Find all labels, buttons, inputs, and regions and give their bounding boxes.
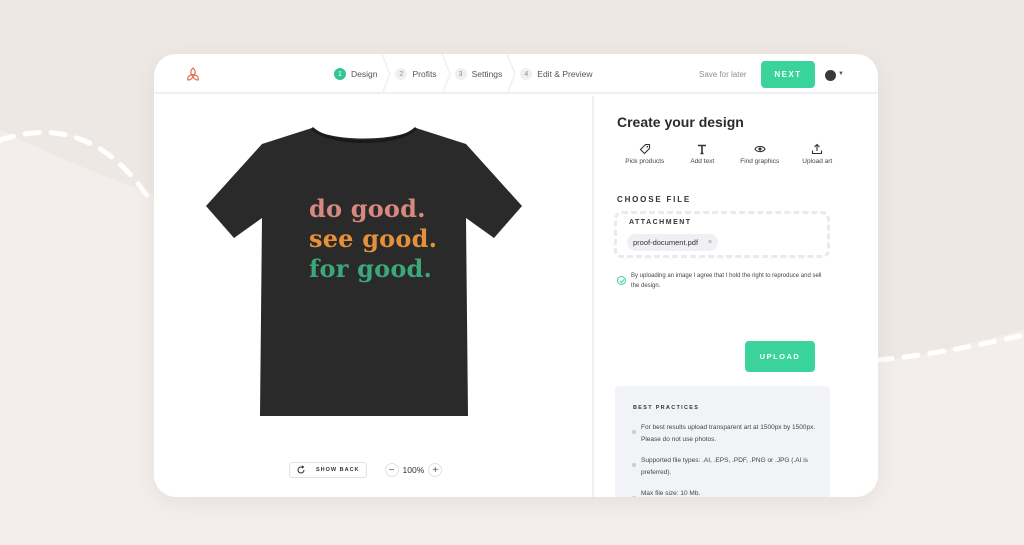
choose-file-heading: CHOOSE FILE (617, 195, 692, 204)
list-item: Supported file types: .AI, .EPS, .PDF, .… (632, 455, 822, 479)
bullet-icon (632, 430, 636, 434)
step-number: 1 (334, 68, 346, 80)
canvas-controls: SHOW BACK − 100% + (289, 462, 443, 478)
upload-art-tool[interactable]: Upload art (789, 143, 847, 165)
file-name: proof-document.pdf (633, 238, 699, 247)
chevron-right-icon (506, 54, 517, 94)
step-number: 3 (454, 68, 467, 80)
step-label: Profits (412, 69, 437, 79)
agree-text: By uploading an image I agree that I hol… (631, 273, 822, 289)
bullet-icon (632, 496, 636, 497)
step-label: Design (351, 69, 378, 79)
step-settings[interactable]: 3 Settings (454, 54, 517, 94)
design-editor-window: 1 Design 2 Profits 3 Settings 4 Edit & P… (154, 54, 878, 497)
step-design[interactable]: 1 Design (334, 54, 392, 94)
step-edit-preview[interactable]: 4 Edit & Preview (520, 54, 606, 94)
show-back-label: SHOW BACK (316, 467, 360, 473)
slogan-line: do good. (309, 194, 426, 223)
design-panel: Create your design Pick products Add tex… (594, 96, 878, 497)
pick-products-tool[interactable]: Pick products (616, 143, 674, 165)
progress-steps: 1 Design 2 Profits 3 Settings 4 Edit & P… (334, 54, 611, 94)
list-item: Max file size: 10 Mb. (632, 488, 822, 497)
bullet-icon (632, 463, 636, 467)
panel-title: Create your design (617, 114, 744, 130)
show-back-button[interactable]: SHOW BACK (289, 462, 367, 478)
file-chip: proof-document.pdf × (627, 234, 719, 251)
tag-icon (639, 143, 650, 155)
save-for-later-link[interactable]: Save for later (699, 70, 747, 79)
list-item-text: Supported file types: .AI, .EPS, .PDF, .… (641, 457, 808, 476)
shirt-slogan: do good. see good. for good. (309, 194, 437, 284)
file-drop-zone[interactable]: ATTACHMENT proof-document.pdf × (614, 211, 830, 258)
slogan-line: for good. (309, 254, 433, 283)
tool-label: Find graphics (740, 158, 780, 165)
design-canvas: do good. see good. for good. SHOW BACK −… (154, 96, 592, 497)
check-icon (618, 278, 625, 283)
step-label: Edit & Preview (537, 69, 593, 79)
best-practices-box: BEST PRACTICES For best results upload t… (615, 386, 830, 497)
list-item-text: Max file size: 10 Mb. (641, 490, 701, 497)
agree-checkbox[interactable] (617, 276, 626, 285)
upload-button[interactable]: UPLOAD (745, 341, 815, 372)
next-button[interactable]: NEXT (761, 61, 815, 88)
design-tools: Pick products Add text Find graphics Upl… (616, 143, 846, 165)
best-practices-list: For best results upload transparent art … (632, 422, 822, 497)
find-graphics-tool[interactable]: Find graphics (731, 143, 789, 165)
chevron-right-icon (381, 54, 392, 94)
upload-icon (812, 143, 823, 155)
tool-label: Pick products (625, 158, 665, 165)
step-number: 2 (395, 68, 408, 80)
avatar[interactable] (825, 70, 836, 81)
chevron-right-icon (440, 54, 451, 94)
rights-agreement: By uploading an image I agree that I hol… (617, 271, 827, 291)
text-icon (698, 144, 707, 155)
chevron-down-icon[interactable]: ▼ (838, 71, 844, 77)
step-label: Settings (471, 69, 503, 79)
tool-label: Add text (690, 158, 715, 165)
add-text-tool[interactable]: Add text (674, 143, 732, 165)
list-item: For best results upload transparent art … (632, 422, 822, 446)
eye-icon (754, 145, 766, 153)
slogan-line: see good. (309, 224, 438, 253)
tool-label: Upload art (802, 158, 833, 165)
remove-file-icon[interactable]: × (708, 239, 712, 246)
attachment-label: ATTACHMENT (629, 219, 692, 226)
list-item-text: For best results upload transparent art … (641, 424, 816, 443)
best-practices-title: BEST PRACTICES (633, 405, 700, 411)
zoom-out-button[interactable]: − (384, 463, 399, 477)
zoom-in-button[interactable]: + (428, 463, 443, 477)
top-bar: 1 Design 2 Profits 3 Settings 4 Edit & P… (154, 54, 878, 94)
step-number: 4 (520, 68, 533, 80)
step-profits[interactable]: 2 Profits (395, 54, 451, 94)
rotate-icon (297, 465, 305, 474)
logo-icon (187, 67, 199, 81)
zoom-level: 100% (402, 465, 425, 475)
